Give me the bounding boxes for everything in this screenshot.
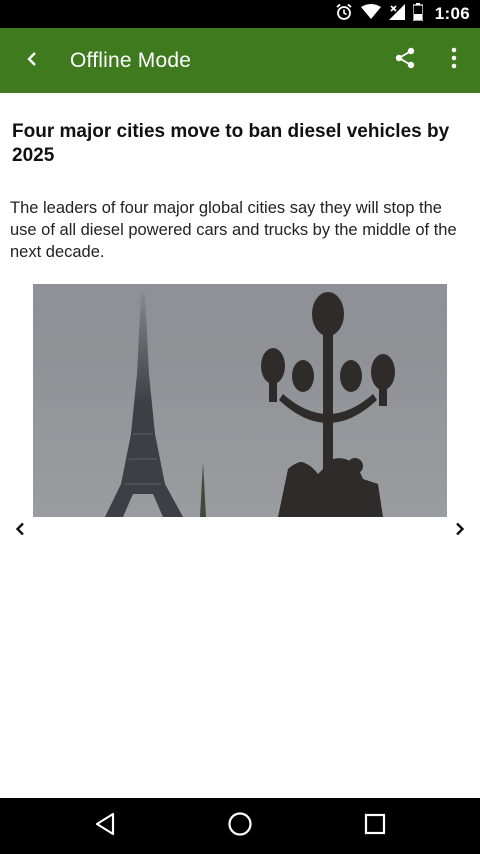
more-options-button[interactable] bbox=[440, 45, 468, 75]
nav-back-button[interactable] bbox=[85, 808, 125, 844]
signal-icon bbox=[388, 3, 405, 25]
alarm-icon bbox=[335, 3, 353, 26]
nav-home-button[interactable] bbox=[220, 808, 260, 844]
eiffel-tower-image bbox=[33, 284, 447, 517]
wifi-icon bbox=[360, 3, 381, 25]
share-icon bbox=[393, 46, 417, 75]
nav-back-icon bbox=[94, 812, 116, 841]
nav-recents-button[interactable] bbox=[355, 808, 395, 844]
nav-recents-icon bbox=[364, 813, 386, 840]
share-button[interactable] bbox=[390, 45, 420, 75]
status-time: 1:06 bbox=[434, 4, 470, 23]
article-image[interactable] bbox=[33, 284, 447, 517]
nav-home-icon bbox=[227, 811, 253, 842]
chevron-right-icon bbox=[455, 522, 465, 541]
status-icons: 1:06 bbox=[335, 0, 470, 28]
chevron-left-icon bbox=[15, 522, 25, 541]
system-nav-bar bbox=[0, 798, 480, 854]
back-button[interactable] bbox=[16, 46, 48, 76]
article-headline: Four major cities move to ban diesel veh… bbox=[12, 121, 450, 166]
previous-image-button[interactable] bbox=[8, 518, 32, 544]
app-toolbar: Offline Mode bbox=[0, 28, 480, 93]
more-vert-icon bbox=[451, 47, 457, 74]
back-arrow-icon bbox=[26, 51, 38, 72]
next-image-button[interactable] bbox=[448, 518, 472, 544]
toolbar-title: Offline Mode bbox=[70, 49, 192, 72]
status-bar: 1:06 bbox=[0, 0, 480, 28]
article-summary: The leaders of four major global cities … bbox=[10, 199, 457, 261]
battery-icon bbox=[412, 2, 424, 26]
